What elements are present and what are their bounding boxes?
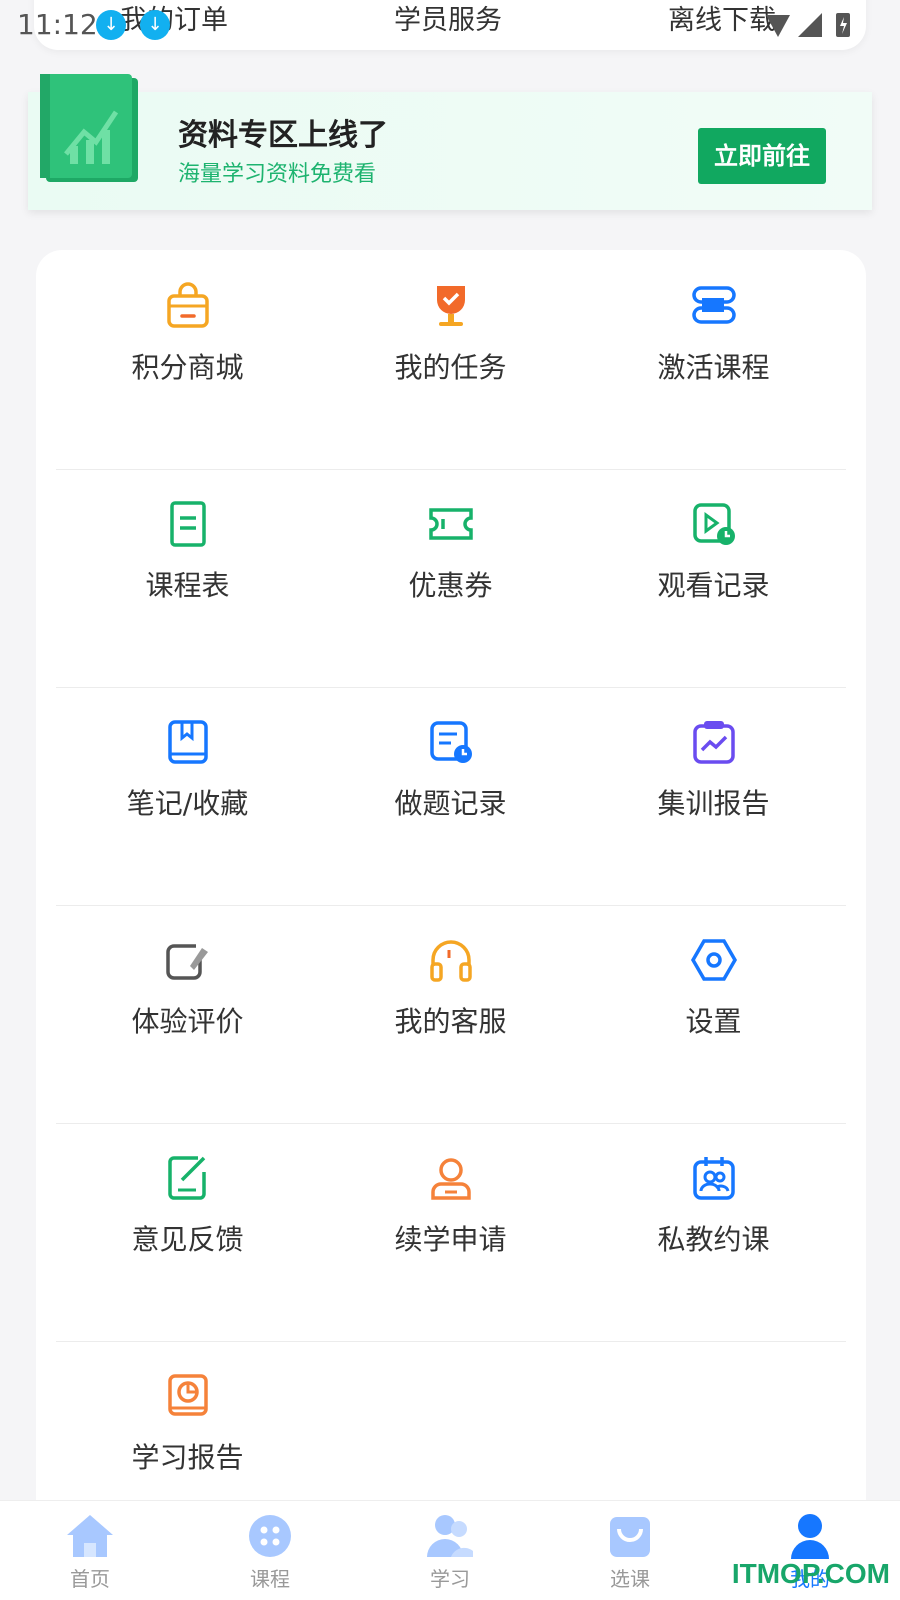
select-course-icon — [610, 1517, 650, 1557]
grid-item-label: 私教约课 — [657, 1223, 770, 1256]
video-history-icon — [692, 503, 735, 545]
user-apply-icon — [430, 1158, 471, 1200]
course-icon — [249, 1515, 291, 1557]
quiz-history-icon — [429, 721, 472, 763]
nav-item-select-course[interactable]: 选课 — [540, 1501, 720, 1600]
materials-banner[interactable]: 资料专区上线了 海量学习资料免费看 立即前往 — [28, 74, 872, 210]
grid-item-settings[interactable]: 设置 — [582, 904, 845, 1124]
grid-item-label: 体验评价 — [131, 1005, 244, 1038]
banner-title: 资料专区上线了 — [178, 118, 388, 153]
nav-item-study[interactable]: 学习 — [360, 1501, 540, 1600]
grid-item-coupons[interactable]: 优惠券 — [319, 468, 582, 688]
study-icon — [427, 1515, 473, 1557]
nav-label: 选课 — [610, 1567, 650, 1591]
grid-item-label: 积分商城 — [131, 351, 244, 384]
watermark: ITMOP.COM — [731, 1558, 890, 1589]
study-report-icon — [167, 1374, 208, 1416]
grid-item-label: 设置 — [685, 1005, 742, 1038]
bookmark-book-icon — [167, 720, 208, 764]
banner-subtitle: 海量学习资料免费看 — [178, 162, 377, 187]
grid-item-points-mall[interactable]: 积分商城 — [56, 250, 319, 470]
shopping-bag-icon — [166, 282, 209, 328]
grid-item-label: 我的任务 — [394, 351, 507, 384]
grid-row: 体验评价 我的客服 设置 — [56, 904, 846, 1124]
grid-item-customer-service[interactable]: 我的客服 — [319, 904, 582, 1124]
grid-item-label: 优惠券 — [408, 569, 493, 602]
grid-item-label: 续学申请 — [394, 1223, 507, 1256]
grid-row: 意见反馈 续学申请 私教约课 — [56, 1122, 846, 1342]
grid-item-experience-review[interactable]: 体验评价 — [56, 904, 319, 1124]
grid-item-my-tasks[interactable]: 我的任务 — [319, 250, 582, 470]
wifi-icon — [766, 15, 790, 37]
nav-item-course[interactable]: 课程 — [180, 1501, 360, 1600]
grid-item-label: 课程表 — [145, 569, 230, 602]
grid-item-label: 观看记录 — [657, 569, 770, 602]
grid-row: 笔记/收藏 做题记录 集训报告 — [56, 686, 846, 906]
home-icon — [67, 1515, 113, 1557]
grid-item-label: 我的客服 — [394, 1005, 507, 1038]
grid-item-training-report[interactable]: 集训报告 — [582, 686, 845, 906]
stack-icon — [691, 286, 736, 324]
chart-report-icon — [692, 721, 735, 764]
grid-item-notes-favorites[interactable]: 笔记/收藏 — [56, 686, 319, 906]
grid-item-renewal-application[interactable]: 续学申请 — [319, 1122, 582, 1342]
grid-item-schedule[interactable]: 课程表 — [56, 468, 319, 688]
grid-item-label: 集训报告 — [657, 787, 770, 820]
grid-item-label: 做题记录 — [394, 787, 507, 820]
feedback-edit-icon — [167, 1156, 206, 1200]
grid-item-quiz-history[interactable]: 做题记录 — [319, 686, 582, 906]
tutor-calendar-icon — [692, 1157, 735, 1200]
grid-row: 课程表 优惠券 观看记录 — [56, 468, 846, 688]
grid-item-label: 学习报告 — [131, 1441, 244, 1474]
download-notification-icon: ↓ — [96, 10, 126, 40]
nav-label: 课程 — [250, 1567, 290, 1591]
ticket-icon — [428, 508, 473, 540]
headset-icon — [429, 940, 472, 982]
nav-label: 首页 — [70, 1567, 110, 1591]
status-icons — [766, 13, 850, 37]
profile-icon — [791, 1514, 829, 1559]
download-notification-icon: ↓ — [140, 10, 170, 40]
go-now-button[interactable]: 立即前往 — [698, 128, 826, 184]
nav-label: 学习 — [430, 1567, 470, 1591]
grid-item-activate-course[interactable]: 激活课程 — [582, 250, 845, 470]
grid-item-label: 笔记/收藏 — [126, 787, 249, 820]
grid-row: 积分商城 我的任务 激活课程 — [56, 250, 846, 470]
green-book-icon — [40, 74, 138, 182]
trophy-icon — [436, 286, 465, 326]
grid-item-private-tutor-booking[interactable]: 私教约课 — [582, 1122, 845, 1342]
grid-item-watch-history[interactable]: 观看记录 — [582, 468, 845, 688]
nav-item-home[interactable]: 首页 — [0, 1501, 180, 1600]
status-time: 11:12 — [17, 8, 98, 41]
grid-item-label: 意见反馈 — [131, 1223, 244, 1256]
document-icon — [169, 501, 206, 547]
grid-item-feedback[interactable]: 意见反馈 — [56, 1122, 319, 1342]
edit-review-icon — [165, 944, 208, 980]
signal-icon — [798, 13, 822, 37]
grid-item-label: 激活课程 — [657, 351, 770, 384]
status-bar: 11:12 ↓ ↓ — [0, 0, 900, 50]
feature-grid-panel: 积分商城 我的任务 激活课程 课程表 优惠券 观看记录 笔记/收藏 做题记录 集… — [36, 250, 866, 1510]
settings-hexagon-icon — [690, 939, 737, 981]
